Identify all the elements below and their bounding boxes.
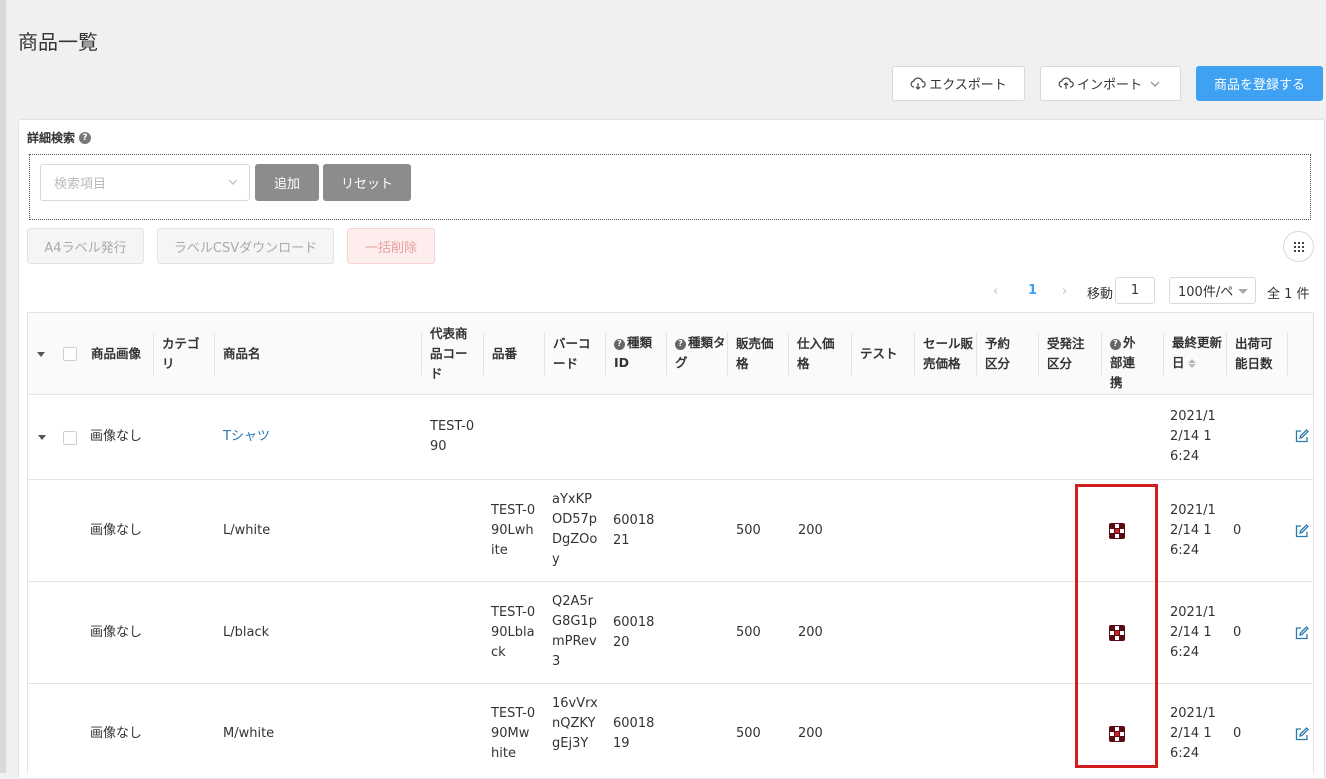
current-page[interactable]: 1	[1028, 283, 1037, 298]
col-shippable-days: 出荷可能日数	[1235, 336, 1273, 371]
a4-label-button[interactable]: A4ラベル発行	[27, 228, 144, 264]
cell-updated: 2021/12/14 16:24	[1170, 503, 1216, 558]
import-label: インポート	[1076, 78, 1142, 93]
help-icon[interactable]: ?	[1110, 338, 1121, 350]
search-field-placeholder: 検索項目	[54, 177, 107, 192]
cloud-download-icon	[910, 77, 926, 90]
col-image: 商品画像	[91, 346, 142, 361]
col-sale-sale-price: セール販売価格	[923, 336, 974, 371]
cell-image: 画像なし	[90, 429, 143, 444]
cell-updated: 2021/12/14 16:24	[1170, 409, 1216, 464]
cell-name: L/black	[223, 625, 270, 640]
cell-image: 画像なし	[90, 726, 143, 741]
cell-sku: TEST-090Lwhite	[491, 503, 536, 558]
table-row-parent: 画像なし Tシャツ TEST-090 2021/12/14 16:24	[28, 395, 1313, 480]
prev-page-icon[interactable]: ‹	[993, 284, 998, 299]
reset-button[interactable]: リセット	[323, 164, 411, 201]
help-icon[interactable]: ?	[675, 338, 686, 350]
cell-shippable-days: 0	[1233, 625, 1242, 640]
cell-name: M/white	[223, 726, 275, 741]
cell-barcode: 16vVrxnQZKYgEj3Y	[552, 696, 598, 751]
move-label: 移動	[1087, 287, 1114, 302]
row-collapse-toggle[interactable]	[38, 435, 46, 440]
export-label: エクスポート	[929, 78, 1007, 93]
cell-sale-price: 500	[736, 625, 761, 640]
cell-cost-price: 200	[798, 625, 823, 640]
highlight-box	[1075, 484, 1158, 768]
cell-type-id: 6001819	[613, 716, 655, 751]
cell-cost-price: 200	[798, 523, 823, 538]
import-button[interactable]: インポート	[1040, 66, 1181, 101]
page-size-select[interactable]: 100件/ペ	[1169, 277, 1256, 304]
col-reservation: 予約区分	[985, 336, 1011, 371]
next-page-icon[interactable]: ›	[1062, 284, 1067, 299]
edit-icon[interactable]	[1294, 523, 1310, 539]
page-jump-input[interactable]: 1	[1115, 277, 1155, 304]
cell-sku: TEST-090Lblack	[491, 605, 536, 660]
edit-icon[interactable]	[1294, 625, 1310, 641]
cell-updated: 2021/12/14 16:24	[1170, 605, 1216, 660]
col-updated[interactable]: 最終更新日	[1164, 313, 1226, 395]
col-test: テスト	[860, 346, 898, 361]
checkbox-box	[63, 347, 77, 361]
col-order-type: 受発注区分	[1047, 336, 1085, 371]
cell-barcode: Q2A5rG8G1pmPRev3	[552, 594, 597, 669]
col-external: ? 外部連携	[1102, 313, 1164, 395]
select-all-checkbox[interactable]	[57, 313, 79, 395]
cell-sku: TEST-090Mwhite	[491, 706, 536, 761]
cell-shippable-days: 0	[1233, 726, 1242, 741]
col-category: カテゴリ	[162, 336, 200, 371]
cell-name: L/white	[223, 523, 271, 538]
label-csv-download-button[interactable]: ラベルCSVダウンロード	[157, 228, 334, 264]
help-icon[interactable]: ?	[79, 131, 92, 144]
caret-down-icon	[1238, 289, 1248, 294]
row-checkbox[interactable]	[63, 431, 77, 445]
cell-image: 画像なし	[90, 625, 143, 640]
advanced-search-label: 詳細検索 ?	[27, 129, 92, 146]
edit-icon[interactable]	[1294, 726, 1310, 742]
col-updated-label: 最終更新日	[1172, 335, 1223, 370]
expand-all-toggle[interactable]	[28, 313, 52, 395]
col-type-tag: ? 種類タグ	[667, 313, 727, 395]
sort-icon[interactable]	[1187, 359, 1196, 368]
cell-rep-code: TEST-090	[430, 419, 475, 454]
cell-updated: 2021/12/14 16:24	[1170, 706, 1216, 761]
column-settings-button[interactable]	[1283, 231, 1314, 262]
cell-shippable-days: 0	[1233, 523, 1242, 538]
chevron-down-icon	[1150, 81, 1160, 87]
col-cost-price: 仕入価格	[797, 336, 835, 371]
cell-cost-price: 200	[798, 726, 823, 741]
page-size-value: 100件/ペ	[1178, 285, 1234, 300]
advanced-search-text: 詳細検索	[27, 131, 76, 145]
grid-menu-icon	[1293, 241, 1304, 252]
col-sku: 品番	[492, 346, 518, 361]
chevron-down-icon	[228, 179, 238, 185]
cell-sale-price: 500	[736, 523, 761, 538]
total-count: 全 1 件	[1267, 287, 1310, 302]
page-title: 商品一覧	[18, 30, 98, 54]
cell-name-link[interactable]: Tシャツ	[223, 427, 270, 447]
col-type-id: ? 種類ID	[606, 313, 666, 395]
cell-barcode: aYxKPOD57pDgZOoy	[552, 492, 598, 567]
left-edge	[0, 0, 6, 773]
col-rep-code: 代表商品コード	[430, 326, 468, 381]
bulk-delete-button[interactable]: 一括削除	[347, 228, 435, 264]
col-sale-price: 販売価格	[736, 336, 774, 371]
col-divider	[1287, 333, 1288, 375]
cell-type-id: 6001821	[613, 513, 655, 548]
export-button[interactable]: エクスポート	[892, 66, 1025, 101]
register-product-button[interactable]: 商品を登録する	[1196, 66, 1323, 101]
add-condition-button[interactable]: 追加	[255, 164, 319, 201]
cloud-upload-icon	[1058, 77, 1074, 89]
cell-sale-price: 500	[736, 726, 761, 741]
caret-down-icon	[37, 351, 45, 357]
cell-type-id: 6001820	[613, 615, 655, 650]
col-name: 商品名	[223, 346, 261, 361]
edit-icon[interactable]	[1294, 428, 1310, 444]
help-icon[interactable]: ?	[614, 338, 625, 350]
col-barcode: バーコード	[553, 336, 591, 371]
cell-image: 画像なし	[90, 523, 143, 538]
table-header: 商品画像 カテゴリ 商品名 代表商品コード 品番 バーコード ? 種類ID ? 種類…	[28, 313, 1313, 395]
search-field-select[interactable]: 検索項目	[40, 164, 250, 201]
